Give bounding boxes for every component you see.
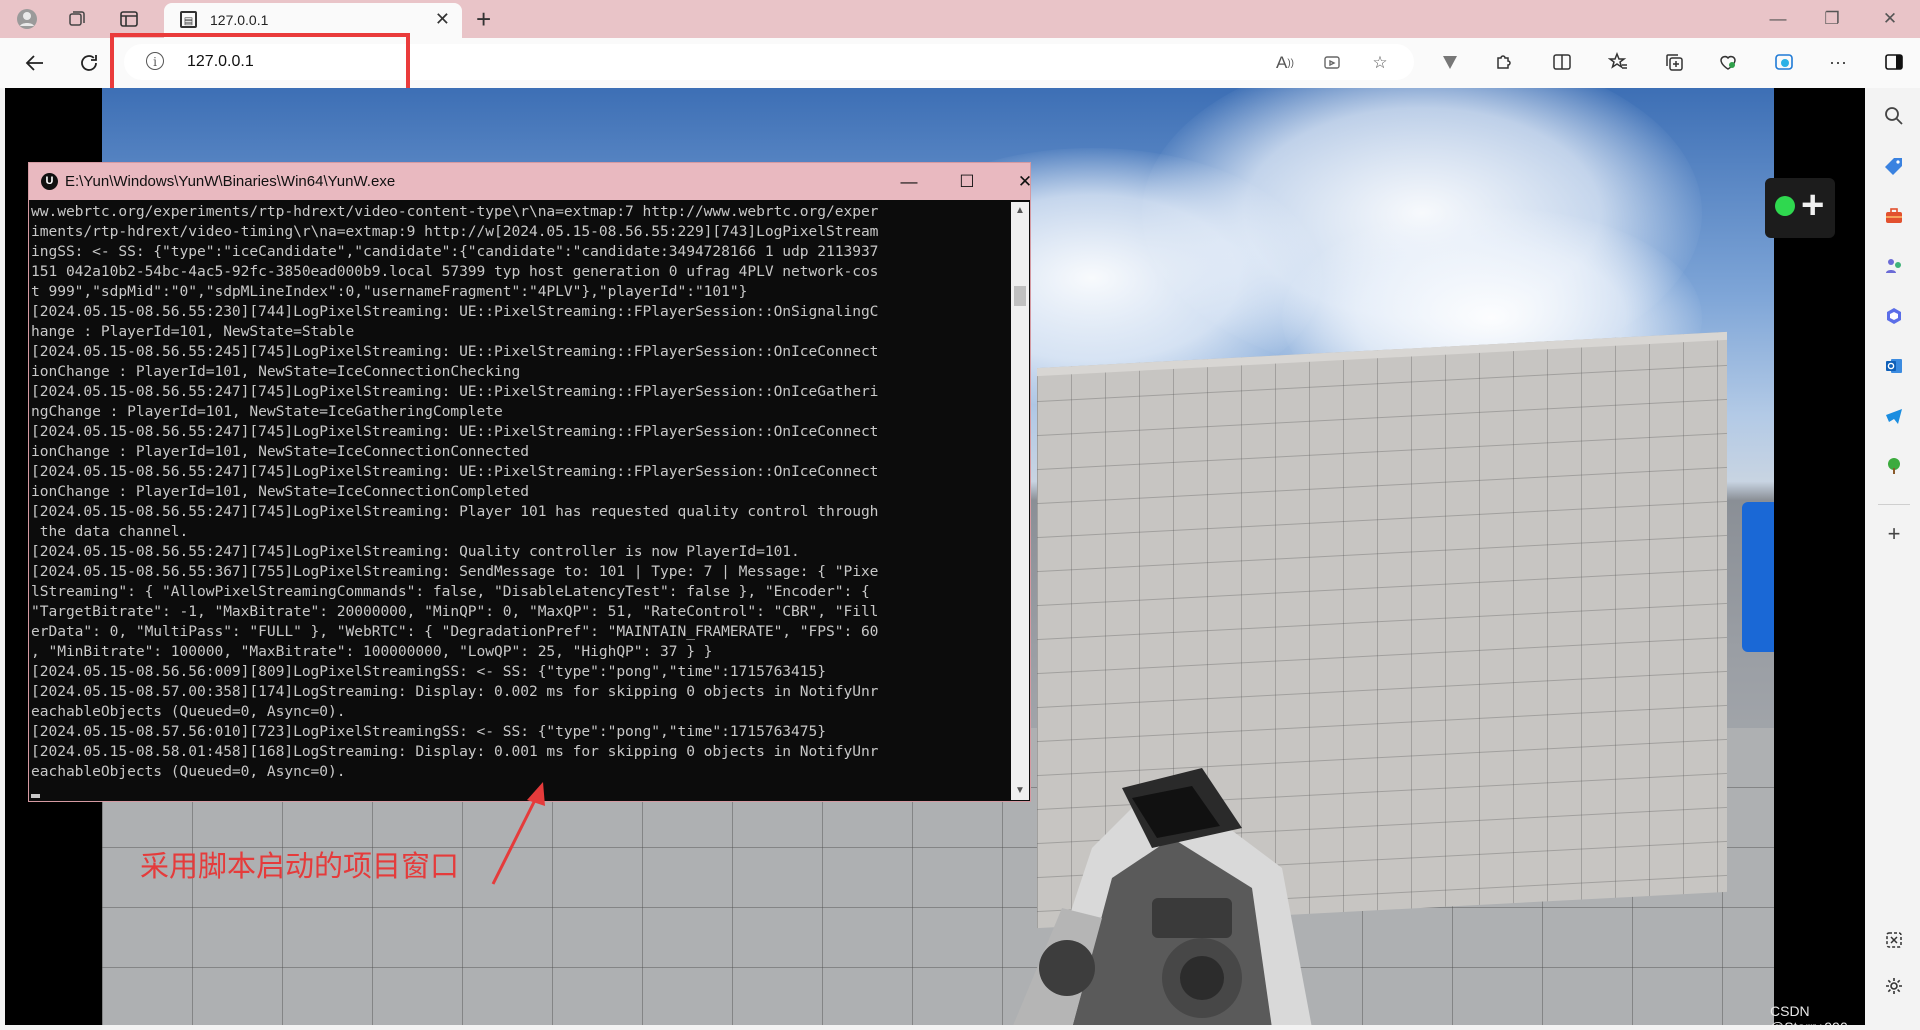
extensions-puzzle-icon[interactable] — [1490, 48, 1518, 76]
refresh-button[interactable] — [74, 48, 104, 78]
sidebar-divider — [1878, 504, 1910, 505]
vertical-tabs-icon[interactable] — [118, 8, 140, 30]
games-icon[interactable] — [1880, 252, 1908, 280]
search-icon[interactable] — [1880, 102, 1908, 130]
console-log-line: lStreaming": { "AllowPixelStreamingComma… — [31, 583, 870, 600]
pixel-streaming-viewport[interactable]: U E:\Yun\Windows\YunW\Binaries\Win64\Yun… — [5, 88, 1865, 1025]
scroll-up-arrow-icon[interactable]: ▲ — [1011, 202, 1029, 220]
watermark: CSDN @Starry.990 — [1770, 1003, 1848, 1025]
tools-briefcase-icon[interactable] — [1880, 202, 1908, 230]
console-log-line: eachableObjects (Queued=0, Async=0). — [31, 703, 346, 720]
settings-gear-icon[interactable] — [1880, 972, 1908, 1000]
console-log-line: iments/rtp-hdrext/video-timing\r\na=extm… — [31, 223, 879, 240]
console-log-line: [2024.05.15-08.57.00:358][174]LogStreami… — [31, 683, 879, 700]
connection-status-dot — [1775, 196, 1795, 216]
console-log-line: ngChange : PlayerId=101, NewState=IceGat… — [31, 403, 503, 420]
console-log-line: [2024.05.15-08.56.55:245][745]LogPixelSt… — [31, 343, 879, 360]
console-close-button[interactable]: ✕ — [1005, 169, 1045, 195]
console-scrollbar[interactable]: ▲ ▼ — [1011, 202, 1029, 800]
split-screen-icon[interactable] — [1548, 48, 1576, 76]
console-log-line: ionChange : PlayerId=101, NewState=IceCo… — [31, 363, 521, 380]
scroll-down-arrow-icon[interactable]: ▼ — [1011, 782, 1029, 800]
console-log-line: [2024.05.15-08.56.55:247][745]LogPixelSt… — [31, 463, 879, 480]
window-maximize-button[interactable]: ❐ — [1812, 6, 1852, 32]
back-button[interactable] — [20, 48, 50, 78]
console-log-line: ww.webrtc.org/experiments/rtp-hdrext/vid… — [31, 203, 879, 220]
send-telegram-icon[interactable] — [1880, 402, 1908, 430]
window-minimize-button[interactable]: — — [1758, 6, 1798, 32]
console-log-line: hange : PlayerId=101, NewState=Stable — [31, 323, 355, 340]
console-log-line: [2024.05.15-08.56.55:247][745]LogPixelSt… — [31, 503, 879, 520]
console-log-line: , "MinBitrate": 100000, "MaxBitrate": 10… — [31, 643, 713, 660]
console-log-line: "TargetBitrate": -1, "MaxBitrate": 20000… — [31, 603, 879, 620]
overlay-plus-button[interactable]: + — [1801, 180, 1824, 230]
console-log-line: [2024.05.15-08.56.55:247][745]LogPixelSt… — [31, 423, 879, 440]
console-title: E:\Yun\Windows\YunW\Binaries\Win64\YunW.… — [65, 173, 396, 190]
stream-overlay-control[interactable]: + — [1765, 178, 1835, 238]
app-available-icon[interactable] — [1321, 52, 1343, 74]
console-log-line: [2024.05.15-08.58.01:458][168]LogStreami… — [31, 743, 879, 760]
window-close-button[interactable]: ✕ — [1870, 6, 1910, 32]
console-log-line: the data channel. — [31, 523, 189, 540]
edge-sidebar: + — [1868, 88, 1920, 1030]
favorite-star-icon[interactable]: ☆ — [1369, 52, 1391, 74]
workspaces-icon[interactable] — [66, 8, 88, 30]
more-options-icon[interactable]: ··· — [1824, 48, 1852, 76]
console-log-line: ingSS: <- SS: {"type":"iceCandidate","ca… — [31, 243, 879, 260]
terminal-favicon-icon: ▤ — [180, 11, 197, 28]
profile-icon[interactable] — [16, 8, 38, 30]
screenshot-select-icon[interactable] — [1880, 926, 1908, 954]
scroll-thumb[interactable] — [1014, 286, 1026, 306]
annotation-label: 采用脚本启动的项目窗口 — [140, 851, 460, 883]
console-log-line: [2024.05.15-08.56.56:009][809]LogPixelSt… — [31, 663, 826, 680]
console-window[interactable]: U E:\Yun\Windows\YunW\Binaries\Win64\Yun… — [28, 162, 1032, 802]
console-log-line: [2024.05.15-08.57.56:010][723]LogPixelSt… — [31, 723, 826, 740]
console-log-line: [2024.05.15-08.56.55:247][745]LogPixelSt… — [31, 543, 800, 560]
shopping-tag-icon[interactable] — [1880, 152, 1908, 180]
console-log-line: [2024.05.15-08.56.55:230][744]LogPixelSt… — [31, 303, 879, 320]
read-aloud-icon[interactable]: A)) — [1274, 52, 1296, 74]
console-maximize-button[interactable]: ☐ — [947, 169, 987, 195]
blue-block — [1742, 502, 1774, 652]
console-minimize-button[interactable]: — — [889, 169, 929, 195]
sidebar-toggle-icon[interactable] — [1880, 48, 1908, 76]
outlook-icon[interactable] — [1880, 352, 1908, 380]
console-output[interactable]: ww.webrtc.org/experiments/rtp-hdrext/vid… — [31, 202, 1004, 797]
favorites-icon[interactable] — [1604, 48, 1632, 76]
tree-app-icon[interactable] — [1880, 452, 1908, 480]
extension-v-icon[interactable] — [1436, 48, 1464, 76]
console-log-line: 151 042a10b2-54bc-4ac5-92fc-3850ead000b9… — [31, 263, 879, 280]
annotation-arrow-icon — [491, 782, 545, 885]
console-log-line: [2024.05.15-08.56.55:247][745]LogPixelSt… — [31, 383, 879, 400]
browser-essentials-icon[interactable] — [1714, 48, 1742, 76]
edge-feature-icon[interactable] — [1770, 48, 1798, 76]
console-log-line: [2024.05.15-08.56.55:367][755]LogPixelSt… — [31, 563, 879, 580]
new-tab-button[interactable]: + — [476, 4, 491, 35]
unreal-engine-icon: U — [41, 173, 58, 190]
console-cursor — [31, 794, 40, 798]
console-log-line: t 999","sdpMid":"0","sdpMLineIndex":0,"u… — [31, 283, 748, 300]
collections-icon[interactable] — [1660, 48, 1688, 76]
console-log-line: ionChange : PlayerId=101, NewState=IceCo… — [31, 443, 529, 460]
console-log-line: erData": 0, "MultiPass": "FULL" }, "WebR… — [31, 623, 879, 640]
console-log-line: ionChange : PlayerId=101, NewState=IceCo… — [31, 483, 529, 500]
add-sidebar-app-icon[interactable]: + — [1880, 520, 1908, 548]
microsoft-365-icon[interactable] — [1880, 302, 1908, 330]
console-title-bar[interactable]: U E:\Yun\Windows\YunW\Binaries\Win64\Yun… — [29, 163, 1032, 200]
tab-close-icon[interactable]: ✕ — [435, 9, 450, 30]
tab-title: 127.0.0.1 — [210, 12, 269, 28]
